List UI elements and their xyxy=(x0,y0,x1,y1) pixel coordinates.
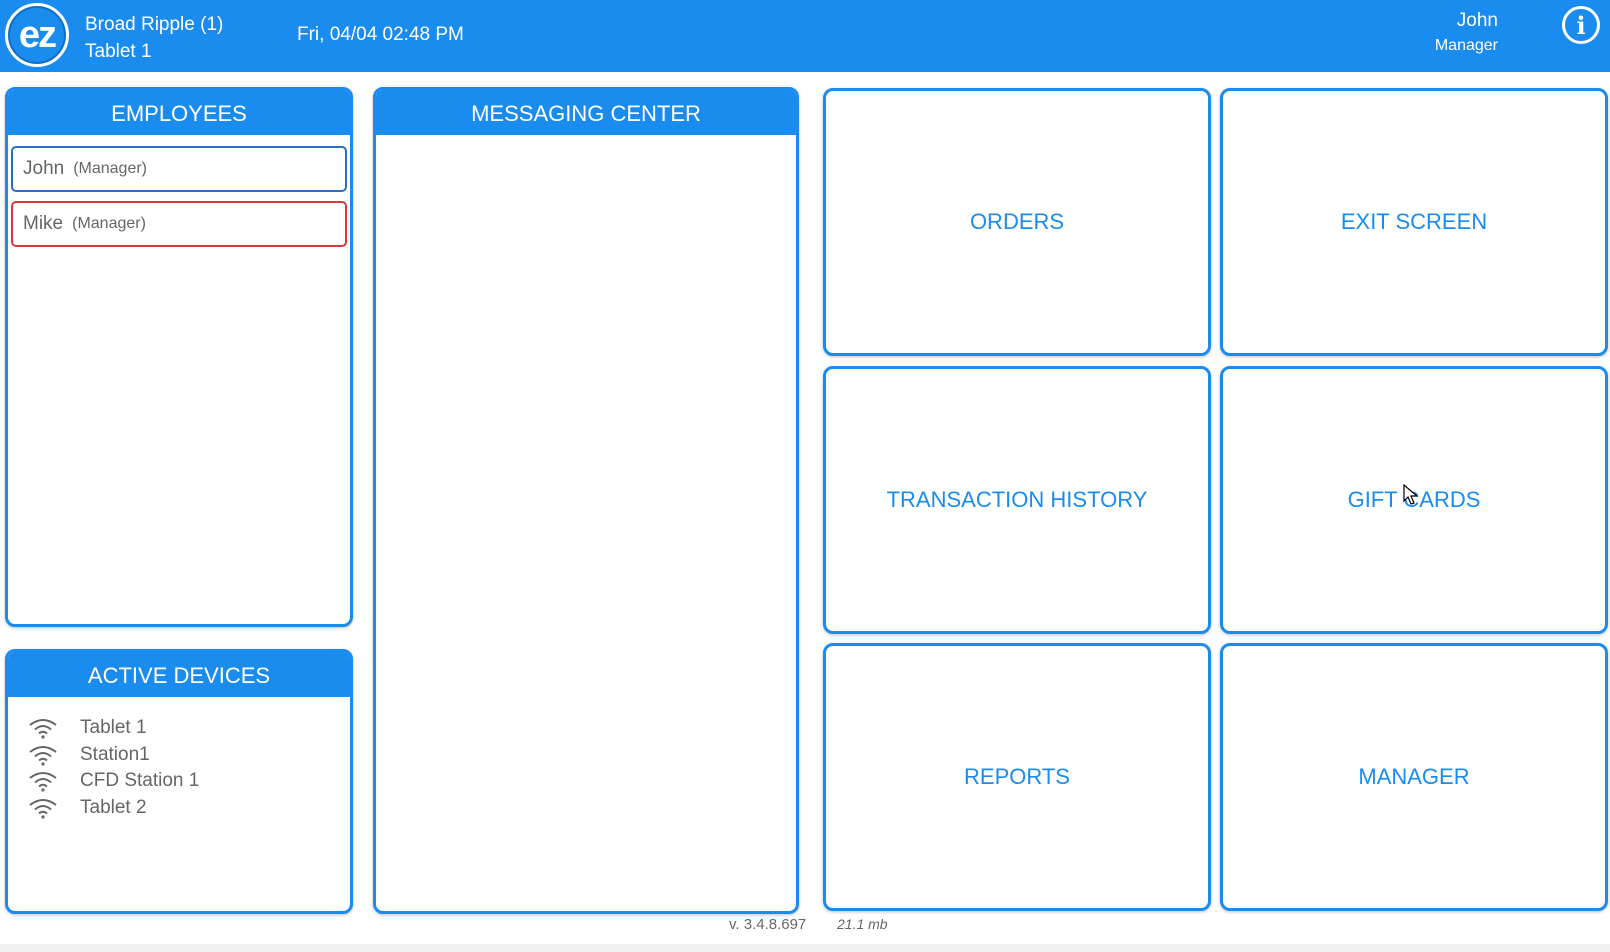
employee-role: (Manager) xyxy=(72,215,146,232)
manager-button[interactable]: MANAGER xyxy=(1220,643,1608,911)
device-name: CFD Station 1 xyxy=(80,770,200,792)
employees-title: EMPLOYEES xyxy=(8,90,350,135)
active-devices-panel: ACTIVE DEVICES Tablet 1 Station1 CFD Sta… xyxy=(5,649,353,914)
messaging-center-panel: MESSAGING CENTER xyxy=(373,87,799,914)
bottom-strip xyxy=(0,944,1610,952)
wifi-icon xyxy=(29,798,57,819)
device-item: CFD Station 1 xyxy=(28,768,350,795)
wifi-icon xyxy=(29,745,57,766)
app-version: v. 3.4.8.697 xyxy=(729,916,807,933)
current-datetime: Fri, 04/04 02:48 PM xyxy=(297,24,464,45)
employees-panel: EMPLOYEES John (Manager) Mike (Manager) xyxy=(5,87,353,627)
exit-screen-button[interactable]: EXIT SCREEN xyxy=(1220,88,1608,356)
employee-name: Mike xyxy=(23,213,64,234)
ez-logo: ez xyxy=(5,3,69,67)
device-name: Station1 xyxy=(80,743,150,765)
device-item: Tablet 1 xyxy=(28,715,350,742)
mouse-cursor-icon xyxy=(1403,484,1419,505)
orders-button[interactable]: ORDERS xyxy=(823,88,1211,356)
device-name: Tablet 1 xyxy=(80,717,147,739)
info-icon[interactable]: i xyxy=(1562,6,1600,44)
device-item: Station1 xyxy=(28,742,350,769)
device-item: Tablet 2 xyxy=(28,795,350,822)
location-name: Broad Ripple (1) xyxy=(85,14,224,35)
user-role: Manager xyxy=(1434,37,1498,54)
memory-usage: 21.1 mb xyxy=(837,916,888,932)
device-name: Tablet 2 xyxy=(80,796,147,818)
employee-row-mike[interactable]: Mike (Manager) xyxy=(11,201,347,247)
current-user[interactable]: John Manager xyxy=(1435,8,1498,58)
employee-row-john[interactable]: John (Manager) xyxy=(11,146,347,192)
messaging-center-title: MESSAGING CENTER xyxy=(376,90,796,135)
device-name: Tablet 1 xyxy=(85,41,152,62)
employee-role: (Manager) xyxy=(73,160,148,177)
user-name: John xyxy=(1456,10,1498,31)
active-devices-title: ACTIVE DEVICES xyxy=(8,652,350,697)
wifi-icon xyxy=(29,772,57,792)
location-info: Broad Ripple (1) Tablet 1 xyxy=(85,11,223,65)
top-bar: ez Broad Ripple (1) Tablet 1 Fri, 04/04 … xyxy=(0,0,1610,72)
employee-name: John xyxy=(23,158,65,179)
reports-button[interactable]: REPORTS xyxy=(823,643,1211,911)
device-list: Tablet 1 Station1 CFD Station 1 Tablet 2 xyxy=(8,697,350,821)
wifi-icon xyxy=(29,719,57,739)
transaction-history-button[interactable]: TRANSACTION HISTORY xyxy=(823,366,1211,634)
